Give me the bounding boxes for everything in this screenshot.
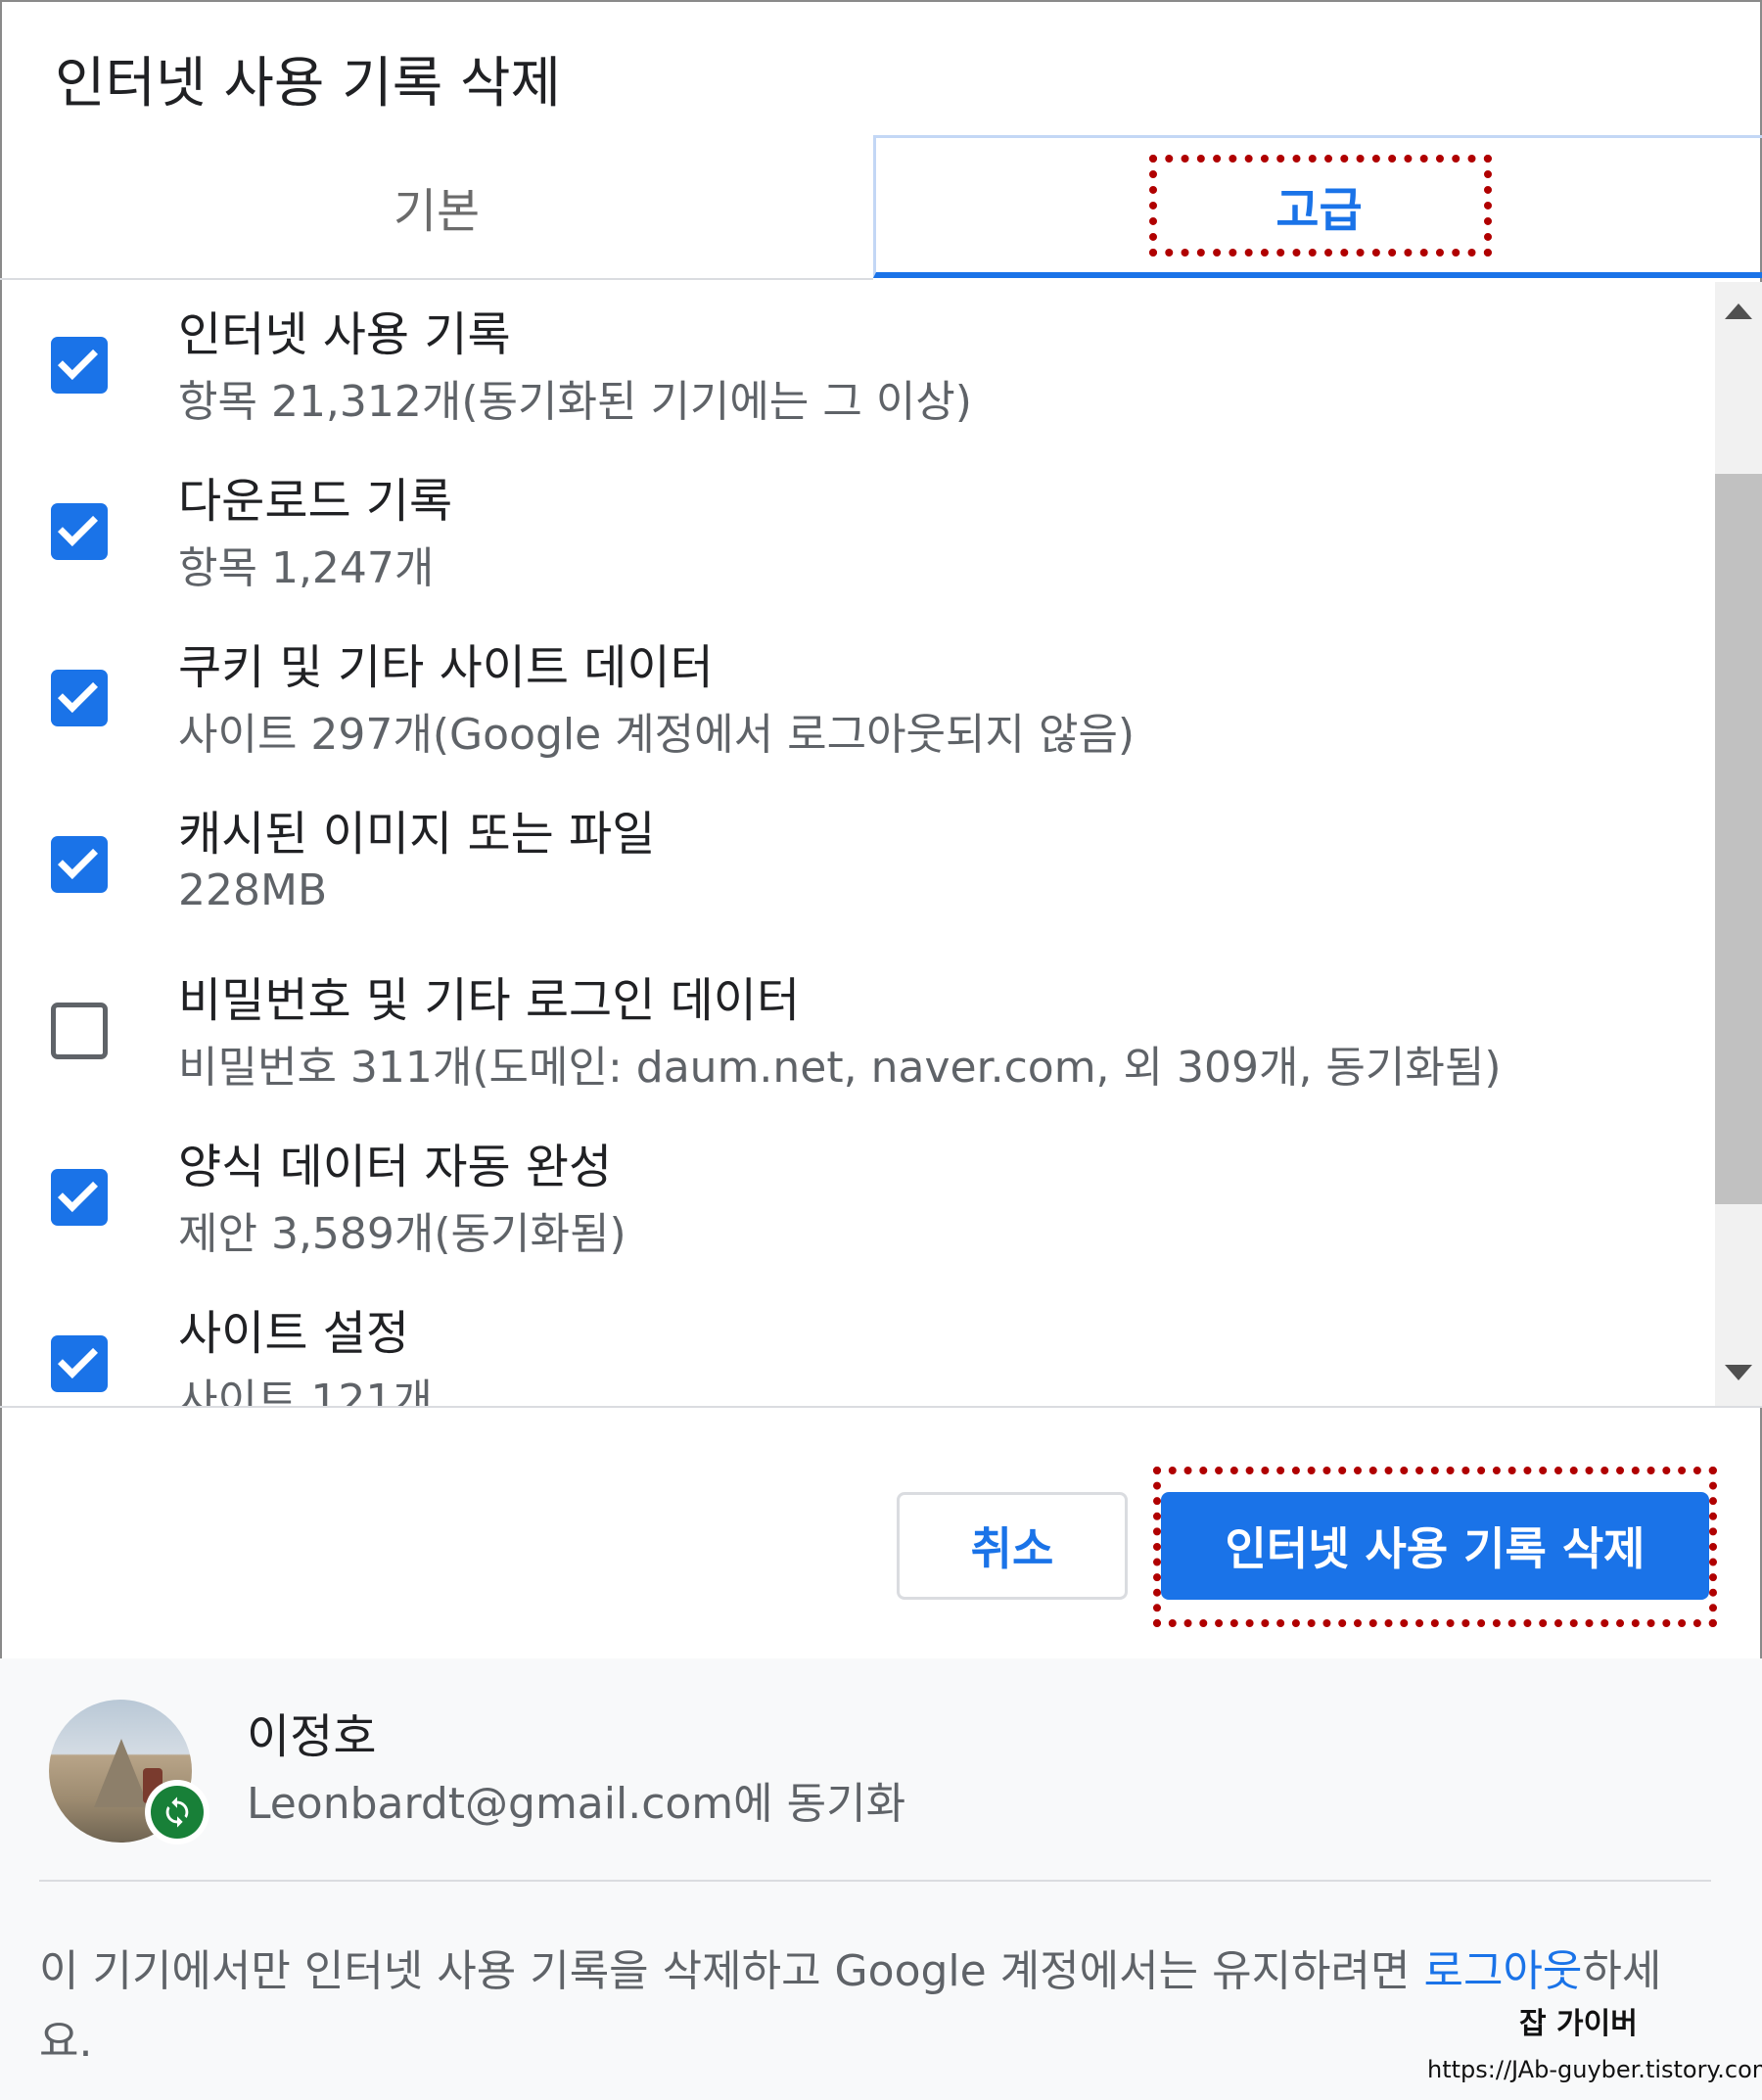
scroll-thumb[interactable] xyxy=(1715,474,1762,1204)
item-title: 인터넷 사용 기록 xyxy=(178,307,511,362)
data-type-list: 인터넷 사용 기록 항목 21,312개(동기화된 기기에는 그 이상) 다운로… xyxy=(0,282,1715,1406)
item-desc: 항목 1,247개 xyxy=(178,543,435,593)
sign-out-link[interactable]: 로그아웃 xyxy=(1423,1946,1582,1996)
watermark-name: 잡 가이버 xyxy=(1519,2007,1638,2041)
item-title: 비밀번호 및 기타 로그인 데이터 xyxy=(178,973,801,1028)
list-item-cache[interactable]: 캐시된 이미지 또는 파일 228MB xyxy=(0,781,1715,948)
tab-advanced[interactable]: 고급 xyxy=(873,135,1762,278)
item-title: 다운로드 기록 xyxy=(178,474,453,529)
account-name: 이정호 xyxy=(247,1709,377,1764)
watermark-url: https://JAb-guyber.tistory.com xyxy=(1427,2056,1762,2083)
checkbox-passwords[interactable] xyxy=(51,1003,108,1059)
item-title: 캐시된 이미지 또는 파일 xyxy=(178,807,656,862)
checkbox-browsing-history[interactable] xyxy=(51,337,108,394)
checkbox-site-settings[interactable] xyxy=(51,1335,108,1392)
scroll-up-arrow-icon[interactable] xyxy=(1725,303,1752,319)
scroll-down-arrow-icon[interactable] xyxy=(1725,1365,1752,1380)
tab-basic-label: 기본 xyxy=(393,184,481,239)
list-item-autofill[interactable]: 양식 데이터 자동 완성 제안 3,589개(동기화됨) xyxy=(0,1114,1715,1281)
account-footer: 이정호 Leonbardt@gmail.com에 동기화 이 기기에서만 인터넷… xyxy=(0,1658,1762,2100)
item-desc: 제안 3,589개(동기화됨) xyxy=(178,1209,626,1259)
checkbox-cookies[interactable] xyxy=(51,670,108,726)
list-item-site-settings[interactable]: 사이트 설정 사이트 121개 xyxy=(0,1281,1715,1406)
footer-divider xyxy=(39,1880,1711,1882)
list-item-passwords[interactable]: 비밀번호 및 기타 로그인 데이터 비밀번호 311개(도메인: daum.ne… xyxy=(0,948,1715,1114)
tab-advanced-label: 고급 xyxy=(1275,182,1363,238)
item-desc: 항목 21,312개(동기화된 기기에는 그 이상) xyxy=(178,377,972,427)
list-scrollbar[interactable] xyxy=(1715,282,1762,1406)
item-desc: 228MB xyxy=(178,865,328,915)
item-desc: 사이트 297개(Google 계정에서 로그아웃되지 않음) xyxy=(178,710,1136,760)
clear-data-button[interactable]: 인터넷 사용 기록 삭제 xyxy=(1161,1492,1709,1600)
cancel-button[interactable]: 취소 xyxy=(897,1492,1128,1600)
list-item-browsing-history[interactable]: 인터넷 사용 기록 항목 21,312개(동기화된 기기에는 그 이상) xyxy=(0,282,1715,448)
item-title: 쿠키 및 기타 사이트 데이터 xyxy=(178,640,714,695)
item-desc: 사이트 121개 xyxy=(178,1376,433,1406)
account-sync-status: Leonbardt@gmail.com에 동기화 xyxy=(247,1779,906,1829)
item-title: 양식 데이터 자동 완성 xyxy=(178,1140,613,1194)
tab-bar: 기본 고급 xyxy=(0,135,1762,280)
avatar-photo-shape xyxy=(94,1739,149,1807)
sync-icon xyxy=(151,1786,204,1839)
list-divider xyxy=(0,1406,1762,1408)
dialog-title: 인터넷 사용 기록 삭제 xyxy=(55,52,562,116)
list-item-download-history[interactable]: 다운로드 기록 항목 1,247개 xyxy=(0,448,1715,615)
list-item-cookies[interactable]: 쿠키 및 기타 사이트 데이터 사이트 297개(Google 계정에서 로그아… xyxy=(0,615,1715,781)
sync-badge xyxy=(145,1780,209,1844)
checkbox-download-history[interactable] xyxy=(51,503,108,560)
checkbox-autofill[interactable] xyxy=(51,1169,108,1226)
item-title: 사이트 설정 xyxy=(178,1306,410,1361)
checkbox-cache[interactable] xyxy=(51,836,108,893)
item-desc: 비밀번호 311개(도메인: daum.net, naver.com, 외 30… xyxy=(178,1043,1502,1093)
note-prefix: 이 기기에서만 인터넷 사용 기록을 삭제하고 Google 계정에서는 유지하… xyxy=(39,1946,1424,1996)
tab-basic[interactable]: 기본 xyxy=(0,135,873,280)
